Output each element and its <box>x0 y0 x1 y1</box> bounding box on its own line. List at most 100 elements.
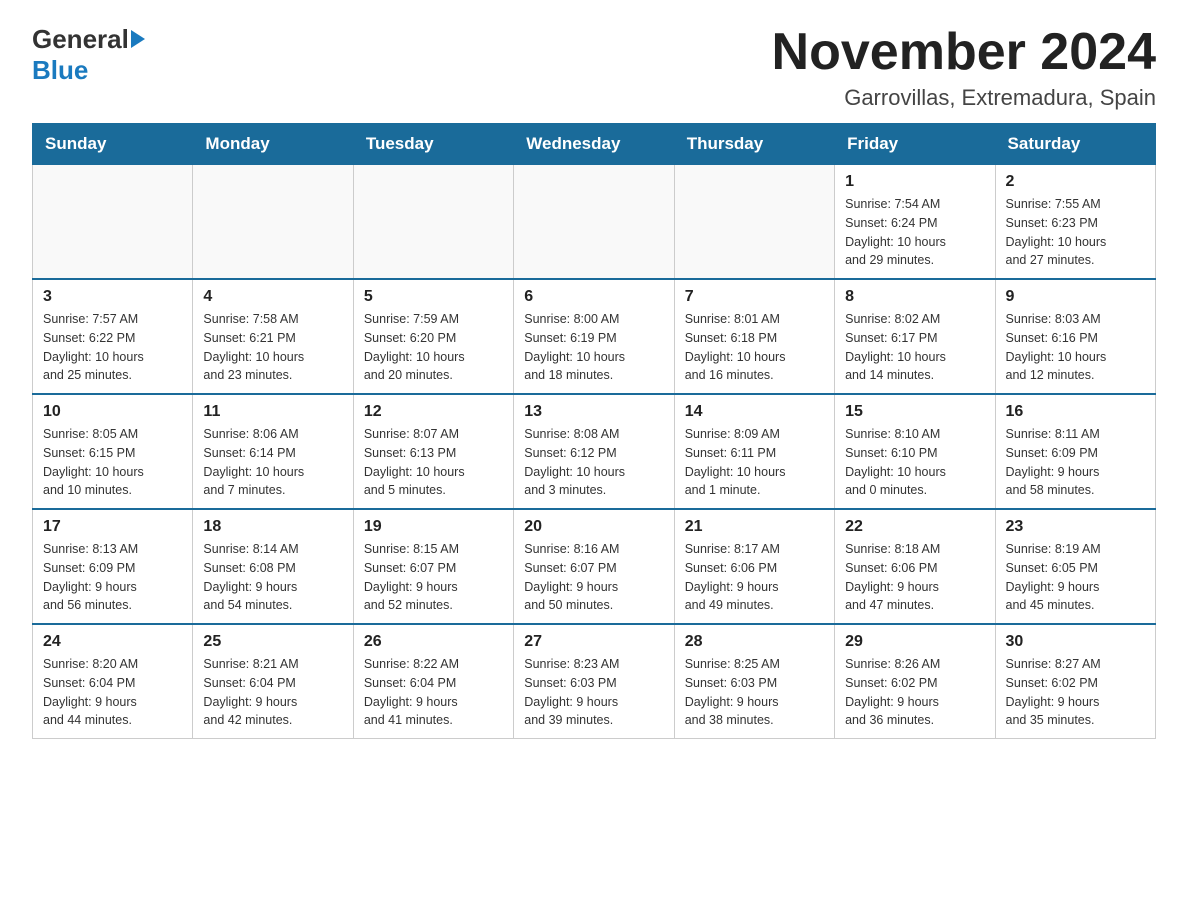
day-info: Sunrise: 8:00 AM Sunset: 6:19 PM Dayligh… <box>524 310 663 385</box>
logo-blue-text: Blue <box>32 55 88 85</box>
day-info: Sunrise: 8:15 AM Sunset: 6:07 PM Dayligh… <box>364 540 503 615</box>
day-number: 15 <box>845 403 984 421</box>
day-number: 13 <box>524 403 663 421</box>
subtitle: Garrovillas, Extremadura, Spain <box>772 85 1156 111</box>
day-number: 25 <box>203 633 342 651</box>
day-info: Sunrise: 8:16 AM Sunset: 6:07 PM Dayligh… <box>524 540 663 615</box>
calendar-header-row: SundayMondayTuesdayWednesdayThursdayFrid… <box>33 124 1156 165</box>
calendar-cell: 14Sunrise: 8:09 AM Sunset: 6:11 PM Dayli… <box>674 394 834 509</box>
calendar-cell: 30 Sunrise: 8:27 AM Sunset: 6:02 PM Dayli… <box>995 624 1155 739</box>
calendar-cell: 21 Sunrise: 8:17 AM Sunset: 6:06 PM Dayli… <box>674 509 834 624</box>
calendar-cell: 9 Sunrise: 8:03 AM Sunset: 6:16 PM Daylig… <box>995 279 1155 394</box>
day-info: Sunrise: 8:06 AM Sunset: 6:14 PM Dayligh… <box>203 425 342 500</box>
day-info: Sunrise: 8:18 AM Sunset: 6:06 PM Dayligh… <box>845 540 984 615</box>
calendar-cell: 17 Sunrise: 8:13 AM Sunset: 6:09 PM Dayli… <box>33 509 193 624</box>
day-info: Sunrise: 8:23 AM Sunset: 6:03 PM Dayligh… <box>524 655 663 730</box>
calendar-table: SundayMondayTuesdayWednesdayThursdayFrid… <box>32 123 1156 739</box>
day-number: 19 <box>364 518 503 536</box>
day-info: Sunrise: 8:27 AM Sunset: 6:02 PM Dayligh… <box>1006 655 1145 730</box>
logo-general-text: General <box>32 24 129 55</box>
calendar-cell: 18 Sunrise: 8:14 AM Sunset: 6:08 PM Dayli… <box>193 509 353 624</box>
day-number: 28 <box>685 633 824 651</box>
calendar-cell: 22 Sunrise: 8:18 AM Sunset: 6:06 PM Dayli… <box>835 509 995 624</box>
calendar-cell: 16Sunrise: 8:11 AM Sunset: 6:09 PM Dayli… <box>995 394 1155 509</box>
day-info: Sunrise: 8:21 AM Sunset: 6:04 PM Dayligh… <box>203 655 342 730</box>
day-info: Sunrise: 8:08 AM Sunset: 6:12 PM Dayligh… <box>524 425 663 500</box>
day-info: Sunrise: 8:03 AM Sunset: 6:16 PM Dayligh… <box>1006 310 1145 385</box>
day-number: 11 <box>203 403 342 421</box>
logo-arrow-icon <box>131 30 145 48</box>
calendar-cell <box>193 165 353 280</box>
calendar-header-tuesday: Tuesday <box>353 124 513 165</box>
day-number: 16 <box>1006 403 1145 421</box>
calendar-header-saturday: Saturday <box>995 124 1155 165</box>
calendar-cell <box>674 165 834 280</box>
day-number: 20 <box>524 518 663 536</box>
day-number: 30 <box>1006 633 1145 651</box>
day-number: 9 <box>1006 288 1145 306</box>
day-info: Sunrise: 7:55 AM Sunset: 6:23 PM Dayligh… <box>1006 195 1145 270</box>
day-number: 24 <box>43 633 182 651</box>
day-info: Sunrise: 8:19 AM Sunset: 6:05 PM Dayligh… <box>1006 540 1145 615</box>
calendar-cell: 3 Sunrise: 7:57 AM Sunset: 6:22 PM Daylig… <box>33 279 193 394</box>
day-number: 18 <box>203 518 342 536</box>
calendar-cell <box>33 165 193 280</box>
day-number: 21 <box>685 518 824 536</box>
day-number: 26 <box>364 633 503 651</box>
calendar-header-thursday: Thursday <box>674 124 834 165</box>
day-number: 14 <box>685 403 824 421</box>
day-number: 7 <box>685 288 824 306</box>
day-number: 8 <box>845 288 984 306</box>
calendar-cell: 26Sunrise: 8:22 AM Sunset: 6:04 PM Dayli… <box>353 624 513 739</box>
day-info: Sunrise: 7:54 AM Sunset: 6:24 PM Dayligh… <box>845 195 984 270</box>
calendar-cell <box>514 165 674 280</box>
day-info: Sunrise: 8:07 AM Sunset: 6:13 PM Dayligh… <box>364 425 503 500</box>
day-number: 6 <box>524 288 663 306</box>
calendar-cell: 12 Sunrise: 8:07 AM Sunset: 6:13 PM Dayli… <box>353 394 513 509</box>
calendar-header-monday: Monday <box>193 124 353 165</box>
calendar-week-row: 1 Sunrise: 7:54 AM Sunset: 6:24 PM Daylig… <box>33 165 1156 280</box>
calendar-cell: 20 Sunrise: 8:16 AM Sunset: 6:07 PM Dayli… <box>514 509 674 624</box>
day-number: 23 <box>1006 518 1145 536</box>
calendar-cell: 6 Sunrise: 8:00 AM Sunset: 6:19 PM Daylig… <box>514 279 674 394</box>
calendar-cell: 28Sunrise: 8:25 AM Sunset: 6:03 PM Dayli… <box>674 624 834 739</box>
calendar-week-row: 10 Sunrise: 8:05 AM Sunset: 6:15 PM Dayli… <box>33 394 1156 509</box>
calendar-cell: 15 Sunrise: 8:10 AM Sunset: 6:10 PM Dayli… <box>835 394 995 509</box>
day-info: Sunrise: 7:57 AM Sunset: 6:22 PM Dayligh… <box>43 310 182 385</box>
calendar-cell: 5 Sunrise: 7:59 AM Sunset: 6:20 PM Daylig… <box>353 279 513 394</box>
day-info: Sunrise: 8:14 AM Sunset: 6:08 PM Dayligh… <box>203 540 342 615</box>
day-info: Sunrise: 7:58 AM Sunset: 6:21 PM Dayligh… <box>203 310 342 385</box>
day-number: 12 <box>364 403 503 421</box>
day-number: 10 <box>43 403 182 421</box>
calendar-cell: 23 Sunrise: 8:19 AM Sunset: 6:05 PM Dayli… <box>995 509 1155 624</box>
day-info: Sunrise: 7:59 AM Sunset: 6:20 PM Dayligh… <box>364 310 503 385</box>
calendar-cell: 19 Sunrise: 8:15 AM Sunset: 6:07 PM Dayli… <box>353 509 513 624</box>
calendar-cell: 4Sunrise: 7:58 AM Sunset: 6:21 PM Daylig… <box>193 279 353 394</box>
calendar-cell: 25 Sunrise: 8:21 AM Sunset: 6:04 PM Dayli… <box>193 624 353 739</box>
logo: General Blue <box>32 24 145 86</box>
calendar-header-wednesday: Wednesday <box>514 124 674 165</box>
day-number: 17 <box>43 518 182 536</box>
calendar-cell: 7 Sunrise: 8:01 AM Sunset: 6:18 PM Daylig… <box>674 279 834 394</box>
day-number: 5 <box>364 288 503 306</box>
day-info: Sunrise: 8:13 AM Sunset: 6:09 PM Dayligh… <box>43 540 182 615</box>
calendar-week-row: 24 Sunrise: 8:20 AM Sunset: 6:04 PM Dayli… <box>33 624 1156 739</box>
calendar-cell: 8 Sunrise: 8:02 AM Sunset: 6:17 PM Daylig… <box>835 279 995 394</box>
day-info: Sunrise: 8:05 AM Sunset: 6:15 PM Dayligh… <box>43 425 182 500</box>
day-number: 2 <box>1006 173 1145 191</box>
day-info: Sunrise: 8:20 AM Sunset: 6:04 PM Dayligh… <box>43 655 182 730</box>
day-info: Sunrise: 8:01 AM Sunset: 6:18 PM Dayligh… <box>685 310 824 385</box>
calendar-cell: 27 Sunrise: 8:23 AM Sunset: 6:03 PM Dayli… <box>514 624 674 739</box>
calendar-cell: 24 Sunrise: 8:20 AM Sunset: 6:04 PM Dayli… <box>33 624 193 739</box>
page-header: General Blue November 2024 Garrovillas, … <box>32 24 1156 111</box>
calendar-header-friday: Friday <box>835 124 995 165</box>
day-number: 3 <box>43 288 182 306</box>
day-info: Sunrise: 8:17 AM Sunset: 6:06 PM Dayligh… <box>685 540 824 615</box>
day-info: Sunrise: 8:10 AM Sunset: 6:10 PM Dayligh… <box>845 425 984 500</box>
day-number: 1 <box>845 173 984 191</box>
calendar-cell: 2 Sunrise: 7:55 AM Sunset: 6:23 PM Daylig… <box>995 165 1155 280</box>
day-number: 22 <box>845 518 984 536</box>
calendar-cell <box>353 165 513 280</box>
day-number: 27 <box>524 633 663 651</box>
day-info: Sunrise: 8:02 AM Sunset: 6:17 PM Dayligh… <box>845 310 984 385</box>
